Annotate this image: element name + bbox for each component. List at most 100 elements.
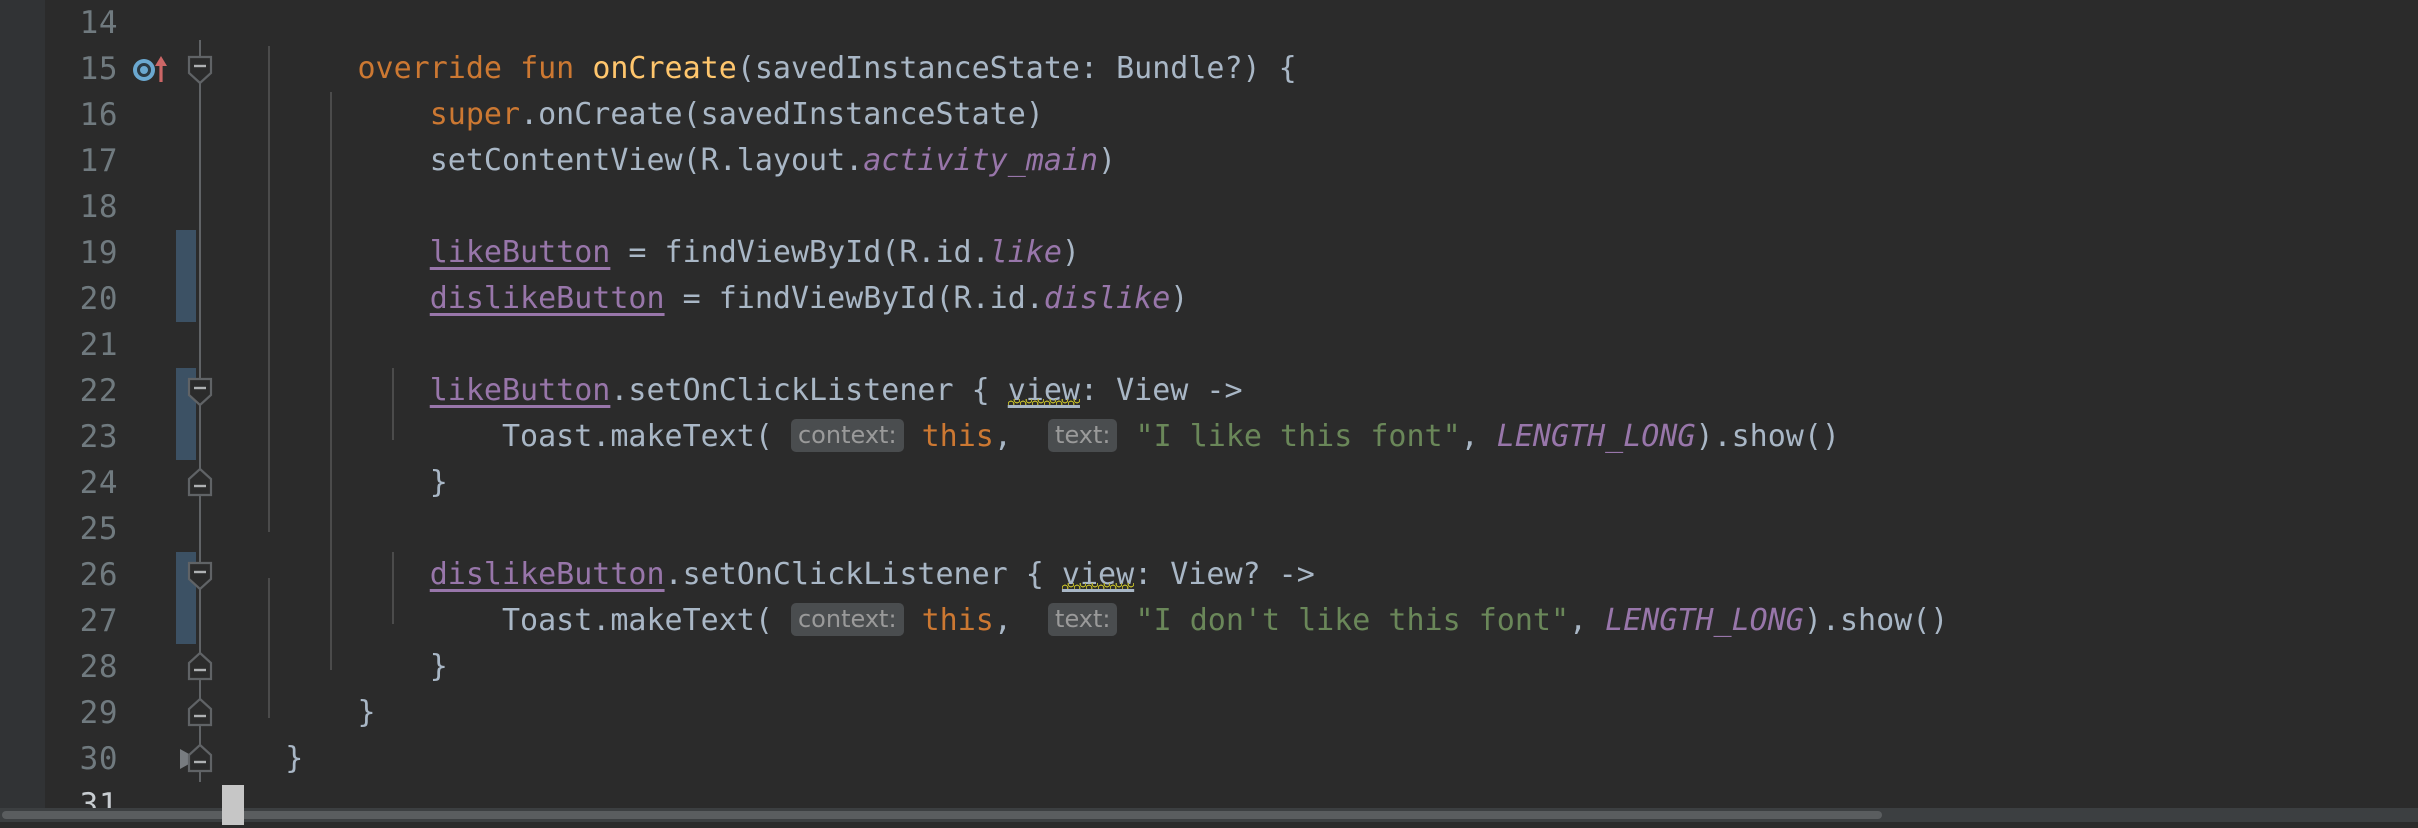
fold-marker-end[interactable] bbox=[184, 467, 216, 499]
code-line-content[interactable]: setContentView(R.layout.activity_main) bbox=[213, 138, 2418, 184]
code-line-row[interactable]: 25 bbox=[0, 506, 2418, 552]
code-line-row[interactable]: 30 } bbox=[0, 736, 2418, 782]
code-string-literal: "I don't like this font" bbox=[1135, 603, 1570, 638]
code-line-row[interactable]: 20 dislikeButton = findViewById(R.id.dis… bbox=[0, 276, 2418, 322]
code-line-content[interactable]: dislikeButton.setOnClickListener { view:… bbox=[213, 552, 2418, 598]
editor-gutter[interactable]: 22 bbox=[0, 368, 213, 414]
code-line-row[interactable]: 23 Toast.makeText( context: this, text: … bbox=[0, 414, 2418, 460]
code-line-content[interactable] bbox=[213, 184, 2418, 230]
editor-gutter[interactable]: 15 bbox=[0, 46, 213, 92]
editor-gutter[interactable]: 16 bbox=[0, 92, 213, 138]
editor-gutter[interactable]: 24 bbox=[0, 460, 213, 506]
code-line-row[interactable]: 28 } bbox=[0, 644, 2418, 690]
code-line-content[interactable]: Toast.makeText( context: this, text: "I … bbox=[213, 598, 2418, 644]
code-line-content[interactable] bbox=[213, 322, 2418, 368]
line-number: 25 bbox=[79, 511, 118, 547]
editor-gutter[interactable]: 28 bbox=[0, 644, 213, 690]
code-line-content[interactable] bbox=[213, 0, 2418, 46]
line-number: 28 bbox=[79, 649, 118, 685]
fold-marker-end[interactable] bbox=[184, 651, 216, 683]
code-line-content[interactable]: dislikeButton = findViewById(R.id.dislik… bbox=[213, 276, 2418, 322]
code-line-row[interactable]: 24 } bbox=[0, 460, 2418, 506]
code-line-content[interactable]: Toast.makeText( context: this, text: "I … bbox=[213, 414, 2418, 460]
inlay-parameter-hint[interactable]: text: bbox=[1048, 419, 1118, 452]
code-line-row[interactable]: 21 bbox=[0, 322, 2418, 368]
code-line-row[interactable]: 22 likeButton.setOnClickListener { view:… bbox=[0, 368, 2418, 414]
vcs-change-bar[interactable] bbox=[176, 276, 196, 322]
code-line-content[interactable]: } bbox=[213, 736, 2418, 782]
code-line-content[interactable] bbox=[213, 506, 2418, 552]
editor-gutter[interactable]: 17 bbox=[0, 138, 213, 184]
code-line-content[interactable]: } bbox=[213, 690, 2418, 736]
horizontal-scrollbar-thumb[interactable] bbox=[2, 811, 1882, 819]
code-line-content[interactable]: override fun onCreate(savedInstanceState… bbox=[213, 46, 2418, 92]
fold-marker-end[interactable] bbox=[184, 743, 216, 775]
code-line-row[interactable]: 17 setContentView(R.layout.activity_main… bbox=[0, 138, 2418, 184]
code-line-row[interactable]: 15 override fun onCreate(savedInstanceSt… bbox=[0, 46, 2418, 92]
editor-gutter[interactable]: 25 bbox=[0, 506, 213, 552]
code-line-row[interactable]: 29 } bbox=[0, 690, 2418, 736]
code-line-row[interactable]: 19 likeButton = findViewById(R.id.like) bbox=[0, 230, 2418, 276]
code-property-reference[interactable]: LENGTH_LONG bbox=[1497, 419, 1696, 454]
code-warned-identifier[interactable]: view bbox=[1062, 557, 1134, 592]
editor-gutter[interactable]: 20 bbox=[0, 276, 213, 322]
code-editor[interactable]: 14 15 override fun onCreate(savedInstanc… bbox=[0, 0, 2418, 825]
vcs-change-bar[interactable] bbox=[176, 598, 196, 644]
code-line-content[interactable]: } bbox=[213, 644, 2418, 690]
editor-gutter[interactable]: 30 bbox=[0, 736, 213, 782]
code-property-reference[interactable]: activity_main bbox=[863, 143, 1098, 178]
editor-gutter[interactable]: 23 bbox=[0, 414, 213, 460]
fold-marker-end[interactable] bbox=[184, 697, 216, 729]
editor-gutter[interactable]: 18 bbox=[0, 184, 213, 230]
line-number: 30 bbox=[79, 741, 118, 777]
inlay-parameter-hint[interactable]: text: bbox=[1048, 603, 1118, 636]
code-line-content[interactable]: likeButton.setOnClickListener { view: Vi… bbox=[213, 368, 2418, 414]
code-keyword: this bbox=[921, 419, 994, 454]
editor-gutter[interactable]: 27 bbox=[0, 598, 213, 644]
fold-marker-start[interactable] bbox=[184, 53, 216, 85]
editor-gutter[interactable]: 19 bbox=[0, 230, 213, 276]
editor-gutter[interactable]: 26 bbox=[0, 552, 213, 598]
code-line-row[interactable]: 18 bbox=[0, 184, 2418, 230]
inlay-parameter-hint[interactable]: context: bbox=[790, 419, 904, 452]
line-number: 23 bbox=[79, 419, 118, 455]
code-text: , bbox=[993, 603, 1049, 638]
code-property-reference[interactable]: LENGTH_LONG bbox=[1605, 603, 1804, 638]
code-field-reference[interactable]: likeButton bbox=[430, 235, 611, 270]
editor-gutter[interactable]: 21 bbox=[0, 322, 213, 368]
override-method-icon[interactable] bbox=[132, 54, 174, 84]
code-line-row[interactable]: 14 bbox=[0, 0, 2418, 46]
code-line-content[interactable]: likeButton = findViewById(R.id.like) bbox=[213, 230, 2418, 276]
code-field-reference[interactable]: dislikeButton bbox=[430, 557, 665, 592]
inlay-parameter-hint[interactable]: context: bbox=[790, 603, 904, 636]
vcs-change-bar[interactable] bbox=[176, 230, 196, 276]
code-property-reference[interactable]: dislike bbox=[1044, 281, 1170, 316]
vcs-change-bar[interactable] bbox=[176, 414, 196, 460]
code-line-row[interactable]: 16 super.onCreate(savedInstanceState) bbox=[0, 92, 2418, 138]
code-text: .setOnClickListener { bbox=[610, 373, 1008, 408]
editor-gutter[interactable]: 29 bbox=[0, 690, 213, 736]
fold-marker-start[interactable] bbox=[184, 375, 216, 407]
code-line-content[interactable]: } bbox=[213, 460, 2418, 506]
code-property-reference[interactable]: like bbox=[990, 235, 1062, 270]
code-text: ).show() bbox=[1695, 419, 1840, 454]
line-number: 20 bbox=[79, 281, 118, 317]
code-field-reference[interactable]: dislikeButton bbox=[430, 281, 665, 316]
code-line-content[interactable]: super.onCreate(savedInstanceState) bbox=[213, 92, 2418, 138]
code-text: } bbox=[213, 649, 448, 684]
code-text: ) bbox=[1170, 281, 1189, 316]
code-text: } bbox=[213, 741, 304, 776]
horizontal-scrollbar[interactable] bbox=[0, 808, 2418, 822]
fold-marker-start[interactable] bbox=[184, 559, 216, 591]
code-warned-identifier[interactable]: view bbox=[1008, 373, 1080, 408]
code-field-reference[interactable]: likeButton bbox=[430, 373, 611, 408]
editor-gutter[interactable]: 14 bbox=[0, 0, 213, 46]
code-line-row[interactable]: 27 Toast.makeText( context: this, text: … bbox=[0, 598, 2418, 644]
code-line-row[interactable]: 26 dislikeButton.setOnClickListener { vi… bbox=[0, 552, 2418, 598]
